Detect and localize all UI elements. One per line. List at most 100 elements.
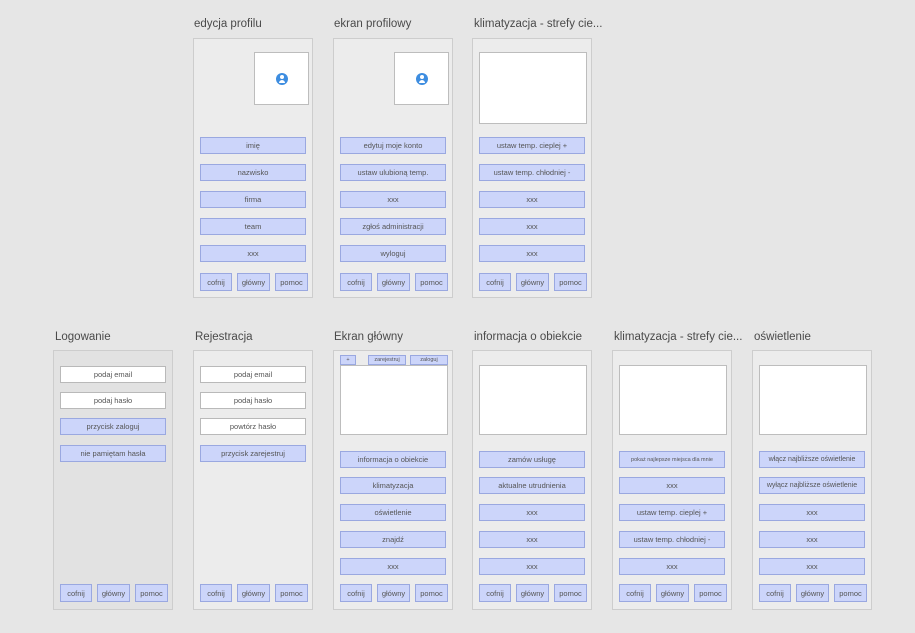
frame-title-ekran-profilowy: ekran profilowy	[334, 18, 412, 30]
button-xxx[interactable]: xxx	[340, 191, 446, 208]
frame-rejestracja: podaj email podaj hasło powtórz hasło pr…	[193, 350, 313, 610]
nav-glowny-button[interactable]: główny	[796, 584, 829, 602]
frame-title-klimatyzacja: klimatyzacja - strefy cie...	[614, 331, 743, 343]
nav-cofnij-button[interactable]: cofnij	[619, 584, 651, 602]
frame-title-ekran-glowny: Ekran główny	[334, 331, 404, 343]
button-xxx[interactable]: xxx	[759, 504, 865, 521]
email-input[interactable]: podaj email	[200, 366, 306, 383]
nav-glowny-button[interactable]: główny	[237, 273, 270, 291]
frame-informacja: zamów usługę aktualne utrudnienia xxx xx…	[472, 350, 592, 610]
nav-pomoc-button[interactable]: pomoc	[554, 273, 587, 291]
password-input[interactable]: podaj hasło	[200, 392, 306, 409]
button-xxx[interactable]: xxx	[479, 218, 585, 235]
email-input[interactable]: podaj email	[60, 366, 166, 383]
button-klimatyzacja[interactable]: klimatyzacja	[340, 477, 446, 494]
frame-title-informacja: informacja o obiekcie	[474, 331, 583, 343]
button-temp-chlodniej[interactable]: ustaw temp. chłodniej -	[479, 164, 585, 181]
register-button[interactable]: przycisk zarejestruj	[200, 445, 306, 462]
register-link-button[interactable]: zarejestruj	[368, 355, 406, 365]
frame-title-edycja-profilu: edycja profilu	[194, 18, 262, 30]
nav-pomoc-button[interactable]: pomoc	[415, 273, 448, 291]
user-avatar-icon	[415, 72, 428, 85]
button-najlepsze-miejsca[interactable]: pokaż najlepsze miejsca dla mnie	[619, 451, 725, 468]
nav-pomoc-button[interactable]: pomoc	[415, 584, 448, 602]
nav-cofnij-button[interactable]: cofnij	[200, 584, 232, 602]
nav-cofnij-button[interactable]: cofnij	[479, 273, 511, 291]
button-ulubiona-temp[interactable]: ustaw ulubioną temp.	[340, 164, 446, 181]
frame-klimatyzacja-top: ustaw temp. cieplej + ustaw temp. chłodn…	[472, 38, 592, 298]
button-xxx[interactable]: xxx	[340, 558, 446, 575]
nav-pomoc-button[interactable]: pomoc	[275, 584, 308, 602]
lighting-map-image	[759, 365, 867, 435]
repeat-password-input[interactable]: powtórz hasło	[200, 418, 306, 435]
nav-pomoc-button[interactable]: pomoc	[554, 584, 587, 602]
nav-cofnij-button[interactable]: cofnij	[200, 273, 232, 291]
nav-cofnij-button[interactable]: cofnij	[479, 584, 511, 602]
nav-glowny-button[interactable]: główny	[516, 584, 549, 602]
button-xxx[interactable]: xxx	[619, 558, 725, 575]
frame-ekran-glowny: + zarejestruj zaloguj informacja o obiek…	[333, 350, 453, 610]
button-wlacz-oswietlenie[interactable]: włącz najbliższe oświetlenie	[759, 451, 865, 468]
button-informacja-o-obiekcie[interactable]: informacja o obiekcie	[340, 451, 446, 468]
frame-ekran-profilowy: edytuj moje konto ustaw ulubioną temp. x…	[333, 38, 453, 298]
nav-glowny-button[interactable]: główny	[516, 273, 549, 291]
nav-pomoc-button[interactable]: pomoc	[834, 584, 867, 602]
nav-cofnij-button[interactable]: cofnij	[759, 584, 791, 602]
frame-oswietlenie: włącz najbliższe oświetlenie wyłącz najb…	[752, 350, 872, 610]
button-xxx[interactable]: xxx	[479, 245, 585, 262]
button-xxx[interactable]: xxx	[619, 477, 725, 494]
button-firma[interactable]: firma	[200, 191, 306, 208]
frame-klimatyzacja-bottom: pokaż najlepsze miejsca dla mnie xxx ust…	[612, 350, 732, 610]
nav-glowny-button[interactable]: główny	[656, 584, 689, 602]
login-button[interactable]: przycisk zaloguj	[60, 418, 166, 435]
nav-cofnij-button[interactable]: cofnij	[340, 273, 372, 291]
object-image	[479, 365, 587, 435]
frame-edycja-profilu: imię nazwisko firma team xxx cofnij głów…	[193, 38, 313, 298]
button-imie[interactable]: imię	[200, 137, 306, 154]
frame-title-klimatyzacja: klimatyzacja - strefy cie...	[474, 18, 603, 30]
nav-pomoc-button[interactable]: pomoc	[694, 584, 727, 602]
button-nazwisko[interactable]: nazwisko	[200, 164, 306, 181]
frame-title-rejestracja: Rejestracja	[195, 331, 253, 343]
button-xxx[interactable]: xxx	[479, 504, 585, 521]
button-temp-chlodniej[interactable]: ustaw temp. chłodniej -	[619, 531, 725, 548]
add-button[interactable]: +	[340, 355, 356, 365]
frame-title-logowanie: Logowanie	[55, 331, 111, 343]
nav-cofnij-button[interactable]: cofnij	[60, 584, 92, 602]
button-xxx[interactable]: xxx	[479, 191, 585, 208]
button-temp-cieplej[interactable]: ustaw temp. cieplej +	[619, 504, 725, 521]
frame-title-oswietlenie: oświetlenie	[754, 331, 811, 343]
frame-logowanie: podaj email podaj hasło przycisk zaloguj…	[53, 350, 173, 610]
user-avatar-icon	[275, 72, 288, 85]
button-team[interactable]: team	[200, 218, 306, 235]
button-xxx[interactable]: xxx	[759, 531, 865, 548]
nav-glowny-button[interactable]: główny	[97, 584, 130, 602]
profile-picture[interactable]	[394, 52, 449, 105]
button-wyloguj[interactable]: wyloguj	[340, 245, 446, 262]
button-znajdz[interactable]: znajdź	[340, 531, 446, 548]
main-image	[340, 365, 448, 435]
button-utrudnienia[interactable]: aktualne utrudnienia	[479, 477, 585, 494]
button-wylacz-oswietlenie[interactable]: wyłącz najbliższe oświetlenie	[759, 477, 865, 494]
nav-pomoc-button[interactable]: pomoc	[275, 273, 308, 291]
button-xxx[interactable]: xxx	[200, 245, 306, 262]
password-input[interactable]: podaj hasło	[60, 392, 166, 409]
button-temp-cieplej[interactable]: ustaw temp. cieplej +	[479, 137, 585, 154]
forgot-password-button[interactable]: nie pamiętam hasła	[60, 445, 166, 462]
nav-cofnij-button[interactable]: cofnij	[340, 584, 372, 602]
button-oswietlenie[interactable]: oświetlenie	[340, 504, 446, 521]
zone-map-image	[619, 365, 727, 435]
button-zglos-administracji[interactable]: zgłoś administracji	[340, 218, 446, 235]
login-link-button[interactable]: zaloguj	[410, 355, 448, 365]
button-zamow-usluge[interactable]: zamów usługę	[479, 451, 585, 468]
button-xxx[interactable]: xxx	[479, 558, 585, 575]
button-xxx[interactable]: xxx	[759, 558, 865, 575]
profile-picture[interactable]	[254, 52, 309, 105]
nav-pomoc-button[interactable]: pomoc	[135, 584, 168, 602]
nav-glowny-button[interactable]: główny	[237, 584, 270, 602]
button-edytuj-konto[interactable]: edytuj moje konto	[340, 137, 446, 154]
button-xxx[interactable]: xxx	[479, 531, 585, 548]
zone-map-image	[479, 52, 587, 124]
nav-glowny-button[interactable]: główny	[377, 273, 410, 291]
nav-glowny-button[interactable]: główny	[377, 584, 410, 602]
